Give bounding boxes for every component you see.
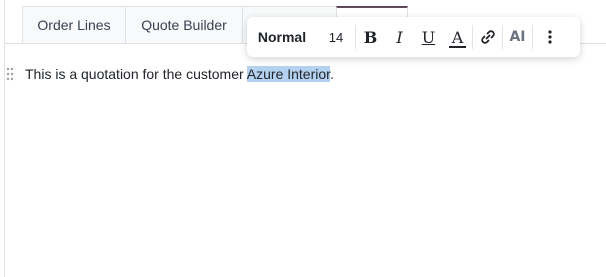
ai-button[interactable]: AI [503, 17, 532, 57]
editor-paragraph[interactable]: This is a quotation for the customer Azu… [6, 64, 334, 84]
text-before-selection: This is a quotation for the customer [25, 66, 247, 82]
font-color-label: A [451, 27, 464, 47]
italic-button[interactable]: I [385, 17, 414, 57]
drag-handle-icon[interactable] [6, 67, 14, 81]
bold-button[interactable]: B [356, 17, 385, 57]
tab-order-lines[interactable]: Order Lines [22, 6, 126, 43]
link-button[interactable] [473, 17, 502, 57]
text-after-selection: . [330, 66, 334, 82]
text-format-toolbar: Normal 14 B I U A AI [247, 17, 580, 57]
more-options-icon [548, 30, 552, 44]
font-size-dropdown[interactable]: 14 [317, 17, 355, 57]
paragraph-style-dropdown[interactable]: Normal [247, 17, 317, 57]
editor-text[interactable]: This is a quotation for the customer Azu… [25, 66, 334, 82]
font-color-bar [449, 46, 466, 48]
selected-text[interactable]: Azure Interior [246, 66, 331, 82]
link-icon [480, 30, 495, 44]
underline-button[interactable]: U [414, 17, 443, 57]
left-border [4, 0, 5, 277]
font-color-button[interactable]: A [443, 17, 472, 57]
tab-quote-builder[interactable]: Quote Builder [125, 6, 243, 43]
more-options-button[interactable] [533, 17, 567, 57]
